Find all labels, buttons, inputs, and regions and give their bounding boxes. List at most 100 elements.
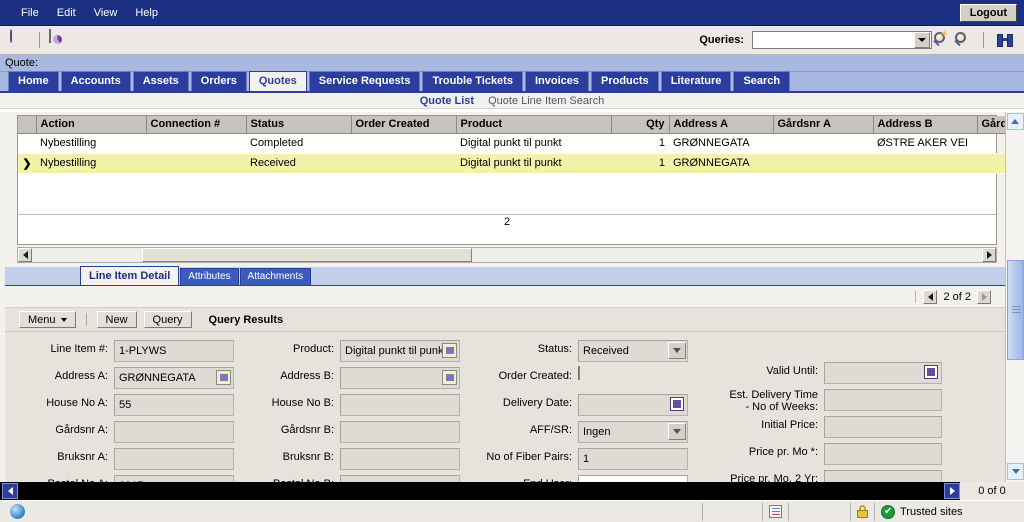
- scroll-up-icon[interactable]: [1006, 113, 1024, 130]
- table-cell[interactable]: [773, 153, 873, 174]
- view-tab-line-item-detail[interactable]: Line Item Detail: [80, 266, 180, 285]
- next-record-icon[interactable]: [977, 289, 991, 304]
- run-query-icon[interactable]: [953, 31, 971, 49]
- grid-horizontal-scrollbar[interactable]: [17, 247, 997, 263]
- table-cell[interactable]: Nybestilling: [36, 153, 146, 174]
- gårdsnr-b-field[interactable]: [340, 421, 460, 443]
- chevron-down-icon[interactable]: [914, 32, 930, 48]
- table-cell[interactable]: [977, 133, 1005, 154]
- valid-until-calendar-icon[interactable]: [924, 365, 938, 379]
- line-item-field[interactable]: 1-PLYWS: [114, 340, 234, 362]
- screen-tab-literature[interactable]: Literature: [660, 71, 732, 91]
- grid-column-header[interactable]: Action: [36, 116, 147, 134]
- est-delivery-time-no-of-weeks-field[interactable]: [824, 389, 942, 411]
- view-tab-attachments[interactable]: Attachments: [239, 268, 312, 285]
- table-cell[interactable]: [977, 153, 1005, 174]
- bruksnr-b-field[interactable]: [340, 448, 460, 470]
- house-no-a-field[interactable]: 55: [114, 394, 234, 416]
- grid-column-header[interactable]: Product: [456, 116, 612, 134]
- house-no-b-field[interactable]: [340, 394, 460, 416]
- table-cell[interactable]: Digital punkt til punkt: [456, 133, 611, 154]
- logout-button[interactable]: Logout: [959, 3, 1017, 22]
- security-zone[interactable]: Trusted sites: [874, 502, 1024, 521]
- table-cell[interactable]: [773, 133, 873, 154]
- grid-column-header[interactable]: Status: [246, 116, 352, 134]
- delivery-date-calendar-icon[interactable]: [670, 397, 684, 411]
- screen-tab-home[interactable]: Home: [8, 71, 59, 91]
- globe-icon[interactable]: [10, 29, 30, 50]
- grid-column-header[interactable]: Gårdsnr: [977, 116, 1005, 134]
- screen-tab-orders[interactable]: Orders: [190, 71, 247, 91]
- screen-tab-assets[interactable]: Assets: [132, 71, 189, 91]
- table-cell[interactable]: [351, 153, 456, 174]
- scroll-right-icon[interactable]: [944, 483, 960, 499]
- new-query-icon[interactable]: ✦: [932, 29, 950, 49]
- grid-column-header[interactable]: Qty: [611, 116, 670, 134]
- scroll-down-icon[interactable]: [1007, 463, 1024, 480]
- table-cell[interactable]: [351, 133, 456, 154]
- grid-scroll-track[interactable]: [32, 248, 982, 262]
- screen-tab-trouble-tickets[interactable]: Trouble Tickets: [422, 71, 523, 91]
- table-cell[interactable]: Received: [246, 153, 351, 174]
- table-cell[interactable]: 1: [611, 153, 669, 174]
- menu-item-file[interactable]: File: [12, 5, 48, 21]
- table-cell[interactable]: Digital punkt til punkt: [456, 153, 611, 174]
- query-button[interactable]: Query: [143, 311, 192, 328]
- table-cell[interactable]: [873, 153, 977, 174]
- address-b-picker-icon[interactable]: [442, 370, 457, 385]
- menu-item-edit[interactable]: Edit: [48, 5, 85, 21]
- view-tab-attributes[interactable]: Attributes: [180, 268, 239, 285]
- table-cell[interactable]: [146, 153, 246, 174]
- screen-tab-invoices[interactable]: Invoices: [524, 71, 589, 91]
- binoculars-icon[interactable]: [996, 32, 1014, 48]
- page-vertical-scrollbar[interactable]: [1005, 112, 1024, 482]
- end-user-field[interactable]: [578, 475, 688, 482]
- page-scroll-thumb[interactable]: [1007, 260, 1024, 360]
- table-cell[interactable]: ØSTRE AKER VEI: [873, 133, 977, 154]
- screen-tab-search[interactable]: Search: [733, 71, 791, 91]
- address-a-picker-icon[interactable]: [216, 370, 231, 385]
- screen-tab-products[interactable]: Products: [591, 71, 659, 91]
- status-chevron-down-icon[interactable]: [668, 342, 686, 359]
- previous-record-icon[interactable]: [923, 289, 938, 304]
- gårdsnr-a-field[interactable]: [114, 421, 234, 443]
- scroll-left-icon[interactable]: [18, 248, 32, 262]
- menu-item-help[interactable]: Help: [126, 5, 167, 21]
- table-cell[interactable]: GRØNNEGATA: [669, 133, 773, 154]
- screen-tab-accounts[interactable]: Accounts: [60, 71, 131, 91]
- aff-sr-chevron-down-icon[interactable]: [668, 423, 686, 440]
- grid-scroll-thumb[interactable]: [142, 248, 472, 262]
- price-pr-mo-field[interactable]: [824, 443, 942, 465]
- page-icon[interactable]: [762, 502, 788, 521]
- scroll-left-icon[interactable]: [2, 483, 18, 499]
- grid-column-header[interactable]: Connection #: [146, 116, 247, 134]
- no-of-fiber-pairs-field[interactable]: 1: [578, 448, 688, 470]
- queries-combobox[interactable]: [752, 31, 932, 49]
- reports-icon[interactable]: [49, 29, 69, 50]
- view-link-quote-list[interactable]: Quote List: [420, 95, 474, 107]
- order-created-checkbox[interactable]: [578, 366, 580, 380]
- postal-no-b-field[interactable]: [340, 475, 460, 482]
- price-pr-mo-2-yr-field[interactable]: [824, 470, 942, 482]
- grid-column-header[interactable]: Address A: [669, 116, 774, 134]
- form-horizontal-scrollbar[interactable]: 0 of 0: [0, 482, 1024, 500]
- grid-column-header[interactable]: Address B: [873, 116, 978, 134]
- table-cell[interactable]: Nybestilling: [36, 133, 146, 154]
- menu-dropdown-button[interactable]: Menu: [19, 311, 76, 328]
- table-cell[interactable]: [146, 133, 246, 154]
- view-link-quote-line-item-search[interactable]: Quote Line Item Search: [488, 95, 604, 107]
- product-picker-icon[interactable]: [442, 343, 457, 358]
- screen-tab-service-requests[interactable]: Service Requests: [308, 71, 421, 91]
- table-cell[interactable]: Completed: [246, 133, 351, 154]
- postal-no-a-field[interactable]: 2317: [114, 475, 234, 482]
- initial-price-field[interactable]: [824, 416, 942, 438]
- table-cell[interactable]: GRØNNEGATA: [669, 153, 773, 174]
- bruksnr-a-field[interactable]: [114, 448, 234, 470]
- grid-column-header[interactable]: Order Created: [351, 116, 457, 134]
- table-row[interactable]: ❯ Nybestilling Received Digital punkt til p…: [18, 153, 1005, 174]
- table-cell[interactable]: 1: [611, 133, 669, 154]
- table-row[interactable]: Nybestilling Completed Digital punkt til p…: [18, 133, 1005, 154]
- menu-item-view[interactable]: View: [85, 5, 127, 21]
- new-button[interactable]: New: [96, 311, 137, 328]
- screen-tab-quotes[interactable]: Quotes: [248, 71, 307, 91]
